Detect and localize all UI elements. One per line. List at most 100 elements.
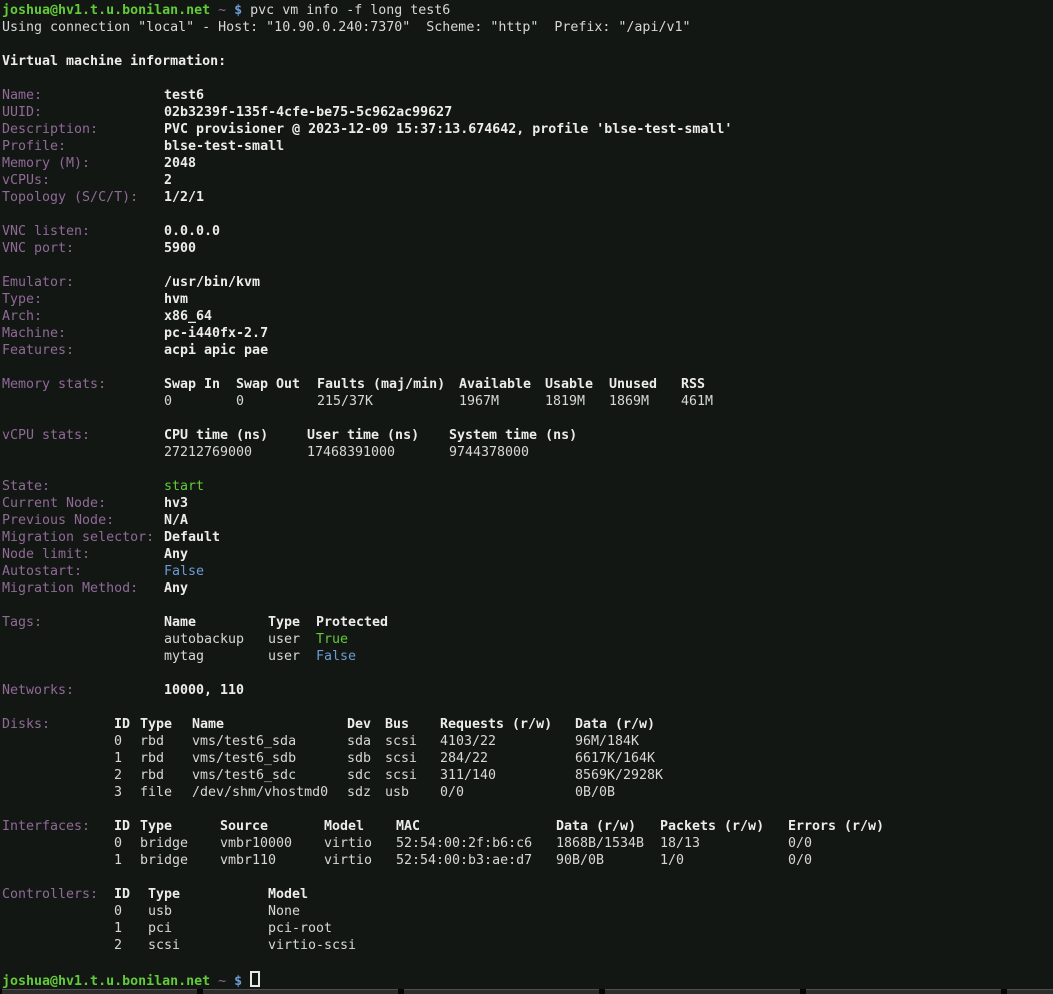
cell: 90B/0B (556, 852, 660, 869)
disk-row: 1rbdvms/test6_sdbsdbscsi284/226617K/164K (2, 750, 1053, 767)
cell: 27212769000 (164, 444, 307, 461)
field-label: Arch: (2, 308, 164, 325)
tag-protected: True (316, 631, 348, 648)
taskbar-segment[interactable] (404, 989, 599, 994)
field-topology: Topology (S/C/T):1/2/1 (2, 189, 1053, 206)
field-label: Node limit: (2, 546, 164, 563)
field-value: hv3 (164, 496, 188, 511)
taskbar-segment[interactable] (605, 989, 800, 994)
field-state: State:start (2, 478, 1053, 495)
field-vnc-listen: VNC listen:0.0.0.0 (2, 223, 1053, 240)
field-label: Migration selector: (2, 529, 164, 546)
cell: virtio (324, 852, 396, 869)
field-label: Migration Method: (2, 580, 164, 597)
field-current-node: Current Node:hv3 (2, 495, 1053, 512)
col-header: Dev (347, 716, 385, 733)
col-header: Type (148, 886, 268, 903)
vcpu-stats-label: vCPU stats: (2, 427, 164, 444)
tag-name: autobackup (164, 631, 268, 648)
cell: 9744378000 (449, 444, 529, 461)
field-vcpus: vCPUs:2 (2, 172, 1053, 189)
cell: rbd (140, 750, 192, 767)
field-label: Profile: (2, 138, 164, 155)
cell: sdb (347, 750, 385, 767)
cell: vmbr110 (220, 852, 324, 869)
field-description: Description:PVC provisioner @ 2023-12-09… (2, 121, 1053, 138)
field-label: Memory (M): (2, 155, 164, 172)
col-header: Name (164, 614, 268, 631)
vcpu-stats-values-row: 27212769000174683910009744378000 (2, 444, 1053, 461)
field-value: test6 (164, 88, 204, 103)
field-value: 10000, 110 (164, 683, 244, 698)
col-header: Model (268, 886, 308, 903)
cell: 1/0 (660, 852, 788, 869)
cell: 0 (114, 903, 148, 920)
prompt-line-bottom[interactable]: joshua@hv1.t.u.bonilan.net~$ (2, 971, 1053, 988)
cell: 1869M (609, 393, 681, 410)
field-machine: Machine:pc-i440fx-2.7 (2, 325, 1053, 342)
field-networks: Networks:10000, 110 (2, 682, 1053, 699)
cell: virtio-scsi (268, 937, 356, 954)
interface-row: 0bridgevmbr10000virtio52:54:00:2f:b6:c61… (2, 835, 1053, 852)
command-text: pvc vm info -f long test6 (250, 3, 450, 18)
taskbar-segment[interactable] (2, 989, 197, 994)
cell: scsi (385, 733, 440, 750)
col-header: Protected (316, 614, 388, 631)
interfaces-header-row: Interfaces:IDTypeSourceModelMACData (r/w… (2, 818, 1053, 835)
disks-label: Disks: (2, 716, 114, 733)
tag-type: user (268, 648, 316, 665)
terminal-output[interactable]: joshua@hv1.t.u.bonilan.net~$ pvc vm info … (2, 2, 1053, 988)
field-value: 0.0.0.0 (164, 224, 220, 239)
disk-row: 0rbdvms/test6_sdasdascsi4103/2296M/184K (2, 733, 1053, 750)
field-value: Default (164, 530, 220, 545)
field-node-limit: Node limit:Any (2, 546, 1053, 563)
field-previous-node: Previous Node:N/A (2, 512, 1053, 529)
field-label: Networks: (2, 682, 164, 699)
tag-protected: False (316, 648, 356, 665)
field-label: VNC port: (2, 240, 164, 257)
field-value: 2 (164, 173, 172, 188)
col-header: Source (220, 818, 324, 835)
cell: 1 (114, 920, 148, 937)
taskbar-segment[interactable] (1007, 989, 1053, 994)
disk-row: 3file/dev/shm/vhostmd0sdzusb0/00B/0B (2, 784, 1053, 801)
col-header: ID (114, 716, 140, 733)
prompt-user-host: joshua@hv1.t.u.bonilan.net (2, 974, 210, 989)
field-autostart: Autostart:False (2, 563, 1053, 580)
tags-header-row: Tags:NameTypeProtected (2, 614, 1053, 631)
field-arch: Arch:x86_64 (2, 308, 1053, 325)
controllers-label: Controllers: (2, 886, 114, 903)
taskbar-segment[interactable] (806, 989, 1001, 994)
col-header: Data (r/w) (575, 716, 655, 733)
col-header: Usable (545, 376, 609, 393)
field-label: State: (2, 478, 164, 495)
cell: 1967M (459, 393, 545, 410)
terminal-cursor (250, 971, 260, 987)
cell: vmbr10000 (220, 835, 324, 852)
col-header: Requests (r/w) (440, 716, 575, 733)
vcpu-stats-header-row: vCPU stats:CPU time (ns)User time (ns)Sy… (2, 427, 1053, 444)
field-type: Type:hvm (2, 291, 1053, 308)
cell: 0B/0B (575, 784, 615, 801)
tag-name: mytag (164, 648, 268, 665)
controller-row: 1pcipci-root (2, 920, 1053, 937)
cell: usb (385, 784, 440, 801)
cell: 0 (236, 393, 317, 410)
col-header: ID (114, 818, 140, 835)
cell: /dev/shm/vhostmd0 (192, 784, 347, 801)
disk-row: 2rbdvms/test6_sdcsdcscsi311/1408569K/292… (2, 767, 1053, 784)
field-value: 2048 (164, 156, 196, 171)
field-label: Previous Node: (2, 512, 164, 529)
field-value: x86_64 (164, 309, 212, 324)
cell: bridge (140, 852, 220, 869)
cell: vms/test6_sdc (192, 767, 347, 784)
memory-stats-header-row: Memory stats:Swap InSwap OutFaults (maj/… (2, 376, 1053, 393)
field-value: acpi apic pae (164, 343, 268, 358)
cell: scsi (385, 750, 440, 767)
cell: virtio (324, 835, 396, 852)
memory-stats-values-row: 00215/37K1967M1819M1869M461M (2, 393, 1053, 410)
taskbar-segment[interactable] (203, 989, 398, 994)
field-label: Autostart: (2, 563, 164, 580)
section-title: Virtual machine information: (2, 53, 1053, 70)
col-header: Faults (maj/min) (317, 376, 459, 393)
